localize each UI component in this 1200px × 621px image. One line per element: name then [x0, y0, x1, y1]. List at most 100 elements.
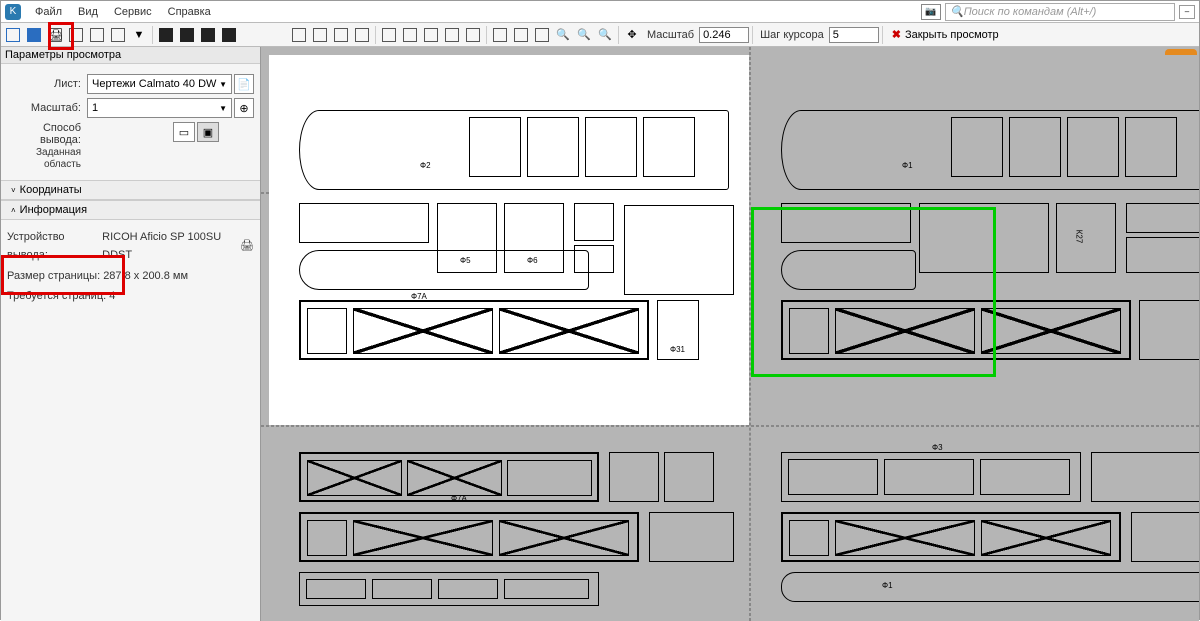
- part-label: Ф1: [902, 161, 913, 170]
- tool-page-setup-icon[interactable]: [66, 25, 86, 45]
- toolbar-separator: [752, 26, 753, 44]
- chevron-down-icon: ▼: [219, 104, 227, 113]
- drawing-part: [981, 308, 1121, 354]
- scale-label: Масштаб: [643, 29, 698, 41]
- drawing-part: Ф3: [781, 452, 1081, 502]
- drawing-part: [1131, 512, 1199, 562]
- sheet-label: Лист:: [7, 78, 87, 90]
- drawing-part: [299, 203, 429, 243]
- scale-extra-button[interactable]: ⊕: [234, 98, 254, 118]
- chevron-up-icon: ˄: [11, 206, 16, 215]
- drawing-part: [789, 520, 829, 556]
- chevron-down-icon: ▼: [219, 80, 227, 89]
- menu-file[interactable]: Файл: [27, 4, 70, 20]
- drawing-part: [835, 520, 975, 556]
- drawing-part: [438, 579, 498, 599]
- tool-zoom-out-icon[interactable]: 🔍: [574, 25, 594, 45]
- tool-dark3-icon[interactable]: [198, 25, 218, 45]
- tool-rotate-icon[interactable]: [331, 25, 351, 45]
- part-label: Ф2: [420, 161, 431, 170]
- tool-pan1-icon[interactable]: [289, 25, 309, 45]
- drawing-part: [781, 250, 916, 290]
- part-label: Ф3: [932, 443, 943, 452]
- section-information[interactable]: ˄ Информация: [1, 200, 260, 220]
- section-info-label: Информация: [20, 204, 87, 216]
- drawing-part: [307, 308, 347, 354]
- drawing-part: [980, 459, 1070, 495]
- tool-fit-icon[interactable]: [379, 25, 399, 45]
- cursor-step-input[interactable]: [829, 27, 879, 43]
- tool-print-icon[interactable]: 🖨: [45, 25, 65, 45]
- sheet-select[interactable]: Чертежи Calmato 40 DW ▼: [87, 74, 232, 94]
- drawing-part: [789, 308, 829, 354]
- drawing-part: К27: [1056, 203, 1116, 273]
- drawing-part: [499, 520, 629, 556]
- section-coordinates[interactable]: ˅ Координаты: [1, 180, 260, 200]
- camera-icon[interactable]: 📷: [921, 4, 941, 20]
- tool-grid-icon[interactable]: [24, 25, 44, 45]
- menu-help[interactable]: Справка: [160, 4, 219, 20]
- tool-layout2-icon[interactable]: [108, 25, 128, 45]
- toolbar-separator: [882, 26, 883, 44]
- device-row: Устройство вывода: RICOH Aficio SP 100SU…: [7, 229, 254, 264]
- preview-page-4: Ф3 Ф1: [751, 427, 1199, 619]
- menu-view[interactable]: Вид: [70, 4, 106, 20]
- tool-layout1-icon[interactable]: [87, 25, 107, 45]
- close-preview-button[interactable]: ✖ Закрыть просмотр: [886, 28, 1005, 41]
- tool-dark1-icon[interactable]: [156, 25, 176, 45]
- tool-zoom-in-icon[interactable]: 🔍: [553, 25, 573, 45]
- scale-input[interactable]: [699, 27, 749, 43]
- tool-fit2-icon[interactable]: [400, 25, 420, 45]
- tool-pan2-icon[interactable]: [310, 25, 330, 45]
- tool-hand-icon[interactable]: [490, 25, 510, 45]
- drawing-part: [643, 117, 695, 177]
- tool-prev-icon[interactable]: [442, 25, 462, 45]
- output-mode-2[interactable]: ▣: [197, 122, 219, 142]
- tool-rect-icon[interactable]: [421, 25, 441, 45]
- drawing-part: [788, 459, 878, 495]
- drawing-part: [1126, 203, 1199, 233]
- tool-dark4-icon[interactable]: [219, 25, 239, 45]
- part-label: Ф7А: [411, 292, 427, 301]
- drawing-part: [981, 520, 1111, 556]
- part-label: Ф31: [670, 345, 685, 354]
- tool-grid2-icon[interactable]: [511, 25, 531, 45]
- drawing-part: [951, 117, 1003, 177]
- tool-zoom-fit-icon[interactable]: 🔍: [595, 25, 615, 45]
- drawing-part: [306, 579, 366, 599]
- tool-dark2-icon[interactable]: [177, 25, 197, 45]
- minimize-button[interactable]: –: [1179, 5, 1195, 19]
- search-placeholder: Поиск по командам (Alt+/): [964, 6, 1097, 18]
- preview-page-2: Ф1 К27: [751, 55, 1199, 425]
- tool-filter-icon[interactable]: ▼: [129, 25, 149, 45]
- close-preview-label: Закрыть просмотр: [905, 29, 999, 41]
- sheet-add-button[interactable]: 📄: [234, 74, 254, 94]
- drawing-part: [624, 205, 734, 295]
- tool-hand2-icon[interactable]: [532, 25, 552, 45]
- drawing-part: [919, 203, 1049, 273]
- tool-move-icon[interactable]: ✥: [622, 25, 642, 45]
- drawing-part: [1139, 300, 1199, 360]
- main-toolbar: 🖨 ▼ 🔍 🔍 🔍 ✥ Масштаб Шаг курсора ✖ Закрыт…: [1, 23, 1199, 47]
- tool-scale-icon[interactable]: [352, 25, 372, 45]
- drawing-part: [507, 460, 592, 496]
- scale-select[interactable]: 1 ▼: [87, 98, 232, 118]
- page-size-row: Размер страницы: 287.8 x 200.8 мм: [7, 268, 254, 286]
- pages-needed-row: Требуется страниц: 4: [7, 288, 254, 306]
- menu-service[interactable]: Сервис: [106, 4, 160, 20]
- output-mode-1[interactable]: ▭: [173, 122, 195, 142]
- drawing-part: [469, 117, 521, 177]
- output-label: Способ вывода: Заданная область: [7, 122, 87, 170]
- command-search[interactable]: 🔍 Поиск по командам (Alt+/): [945, 3, 1175, 21]
- drawing-part: [527, 117, 579, 177]
- drawing-part: [504, 579, 589, 599]
- drawing-part: Ф31: [657, 300, 699, 360]
- drawing-part: [1125, 117, 1177, 177]
- print-preview-canvas[interactable]: Ф2 Ф5 Ф6 Ф7А: [261, 47, 1199, 621]
- section-coords-label: Координаты: [20, 184, 82, 196]
- tool-next-icon[interactable]: [463, 25, 483, 45]
- drawing-part: [307, 520, 347, 556]
- tool-views-icon[interactable]: [3, 25, 23, 45]
- drawing-part: [407, 460, 502, 496]
- chevron-down-icon: ˅: [11, 186, 16, 195]
